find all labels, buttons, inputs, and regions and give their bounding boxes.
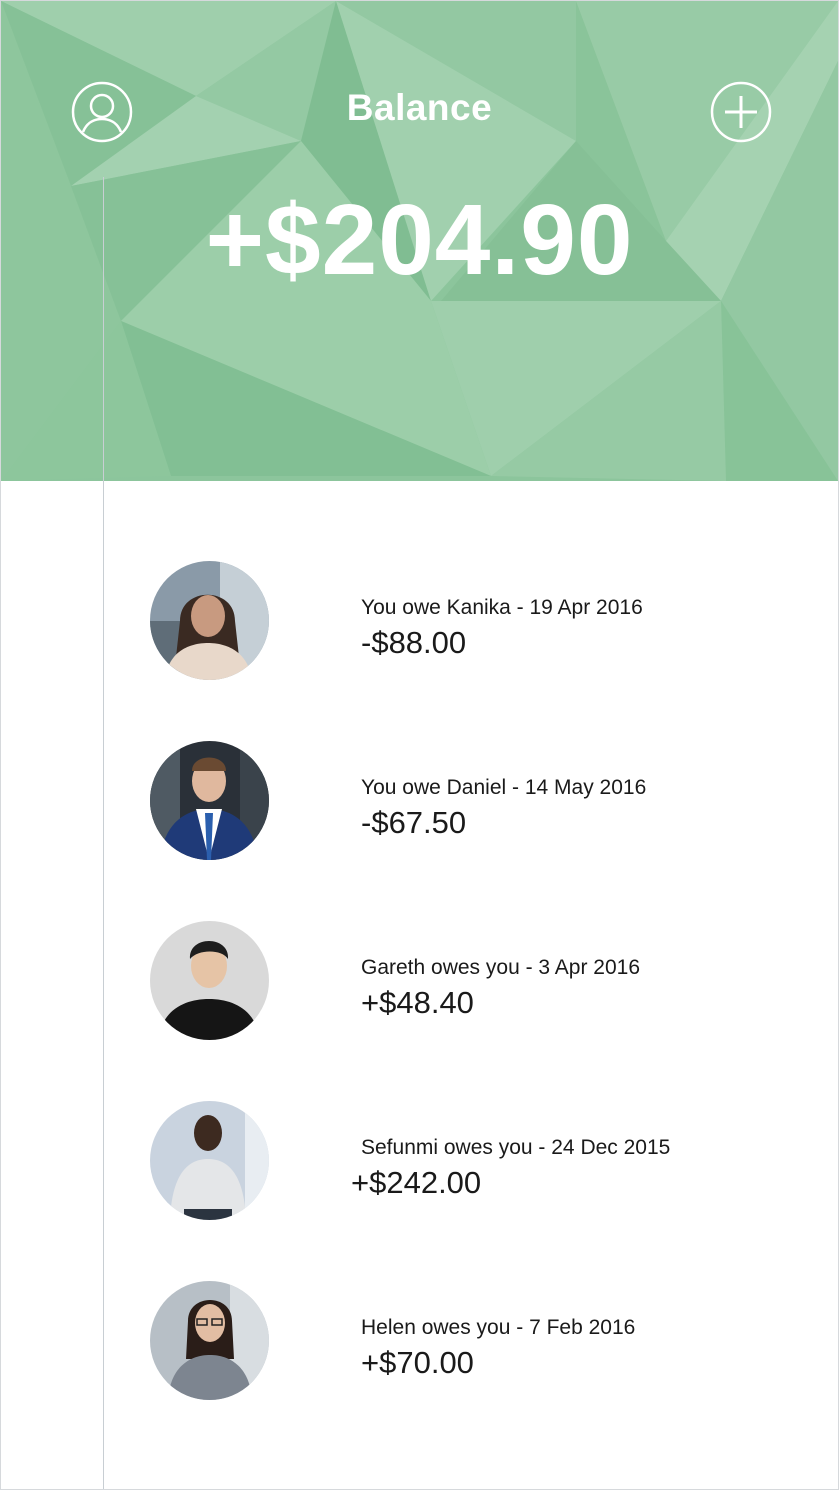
transaction-amount: -$67.50 — [361, 805, 467, 840]
avatar-daniel — [150, 741, 269, 860]
transaction-description: You owe Daniel - 14 May 2016 — [361, 776, 647, 799]
transaction-description: Gareth owes you - 3 Apr 2016 — [361, 956, 640, 979]
transaction-row-daniel[interactable]: You owe Daniel - 14 May 2016 -$67.50 — [1, 741, 838, 861]
transaction-text: You owe Kanika - 19 Apr 2016 -$88.00 — [361, 595, 643, 661]
balance-header: Balance +$204.90 — [1, 1, 838, 481]
plus-icon — [710, 81, 772, 143]
transaction-text: You owe Daniel - 14 May 2016 -$67.50 — [361, 775, 646, 841]
transaction-description: Sefunmi owes you - 24 Dec 2015 — [361, 1136, 671, 1159]
transaction-description: Helen owes you - 7 Feb 2016 — [361, 1316, 636, 1339]
transaction-amount: +$70.00 — [361, 1345, 474, 1380]
transaction-text: Helen owes you - 7 Feb 2016 +$70.00 — [361, 1315, 635, 1381]
avatar-sefunmi — [150, 1101, 269, 1220]
avatar-gareth — [150, 921, 269, 1040]
avatar-helen — [150, 1281, 269, 1400]
transaction-row-helen[interactable]: Helen owes you - 7 Feb 2016 +$70.00 — [1, 1281, 838, 1401]
transaction-amount: +$48.40 — [361, 985, 474, 1020]
app-screen: Balance +$204.90 You owe Kanika - 19 Apr… — [0, 0, 839, 1490]
transaction-row-sefunmi[interactable]: Sefunmi owes you - 24 Dec 2015 +$242.00 — [1, 1101, 838, 1221]
add-button[interactable] — [710, 81, 772, 143]
avatar-kanika — [150, 561, 269, 680]
transaction-text: Gareth owes you - 3 Apr 2016 +$48.40 — [361, 955, 640, 1021]
transaction-row-kanika[interactable]: You owe Kanika - 19 Apr 2016 -$88.00 — [1, 561, 838, 681]
transaction-description: You owe Kanika - 19 Apr 2016 — [361, 596, 643, 619]
transaction-row-gareth[interactable]: Gareth owes you - 3 Apr 2016 +$48.40 — [1, 921, 838, 1041]
transaction-amount: -$88.00 — [361, 625, 467, 660]
balance-amount: +$204.90 — [205, 184, 634, 296]
transaction-text: Sefunmi owes you - 24 Dec 2015 +$242.00 — [351, 1135, 671, 1201]
transaction-amount: +$242.00 — [351, 1165, 482, 1200]
